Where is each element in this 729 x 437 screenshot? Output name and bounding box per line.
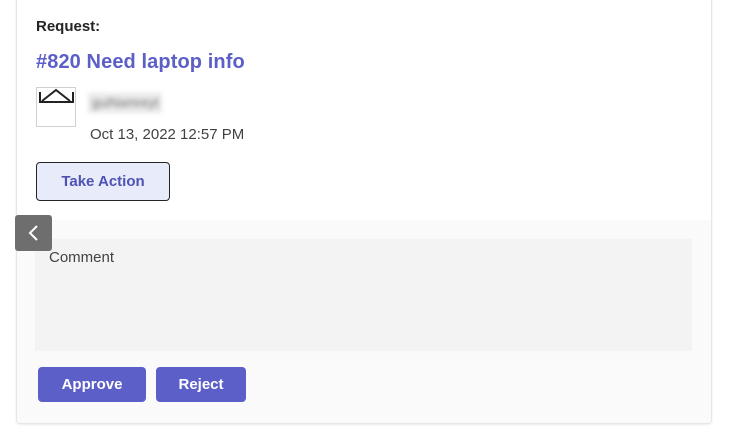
broken-image-icon (39, 88, 74, 103)
reject-button[interactable]: Reject (156, 367, 246, 402)
request-timestamp: Oct 13, 2022 12:57 PM (90, 126, 245, 143)
chevron-left-icon (28, 225, 38, 241)
page: Request: #820 Need laptop info guiNamrey… (0, 0, 729, 437)
approve-button[interactable]: Approve (38, 367, 146, 402)
author-name: guiNamreyt (88, 93, 163, 113)
take-action-button[interactable]: Take Action (36, 162, 170, 201)
request-card: Request: #820 Need laptop info guiNamrey… (16, 0, 712, 424)
action-panel: Approve Reject (17, 220, 711, 423)
back-button[interactable] (15, 215, 52, 251)
avatar (36, 87, 76, 127)
request-title-link[interactable]: #820 Need laptop info (36, 51, 245, 74)
request-label: Request: (36, 18, 101, 35)
comment-input[interactable] (35, 239, 692, 351)
